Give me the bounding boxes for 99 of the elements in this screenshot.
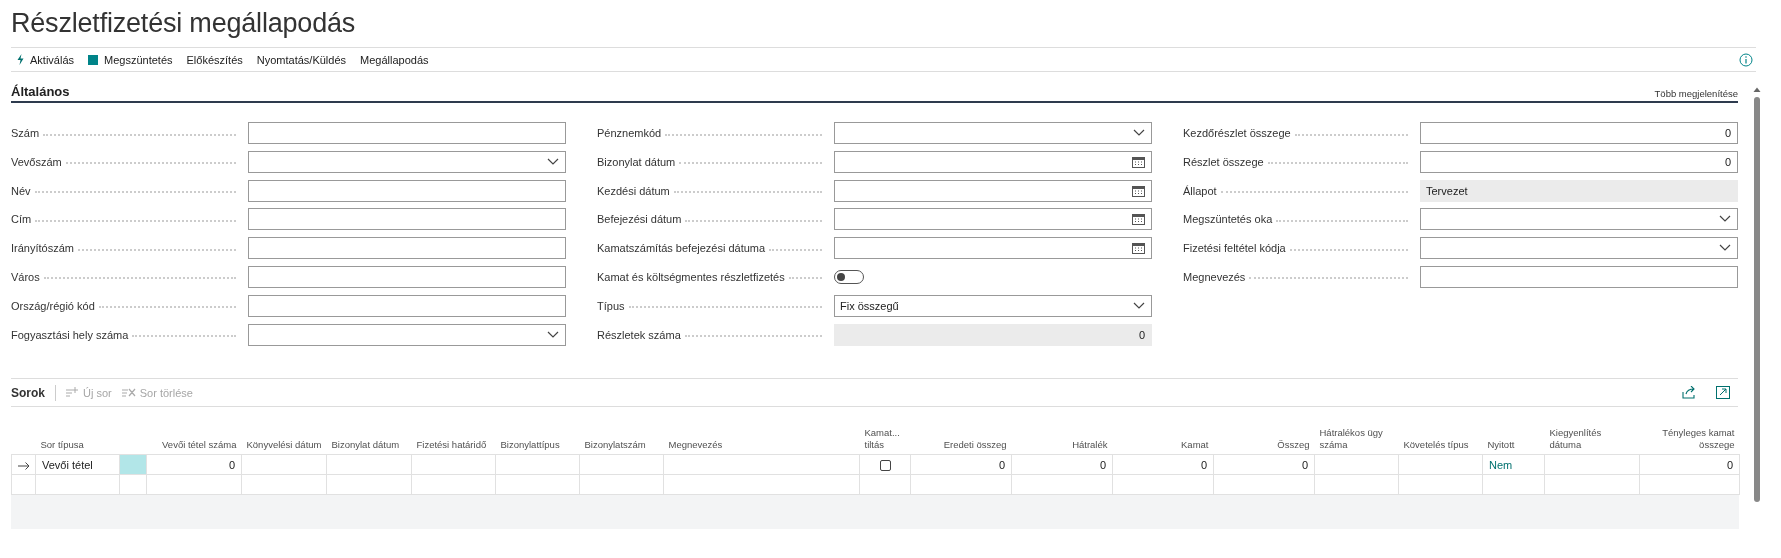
field-label: Kamat és költségmentes részletfizetés: [597, 271, 785, 283]
input-field[interactable]: [248, 208, 566, 231]
readonly-field: Tervezet: [1420, 179, 1738, 202]
table-cell: 0: [1099, 458, 1106, 471]
show-more-link[interactable]: Több megjelenítése: [1654, 88, 1738, 99]
column-header[interactable]: Bizonylattípus: [500, 439, 575, 452]
share-icon[interactable]: [1682, 386, 1696, 400]
column-header[interactable]: Kiegyenlítés dátuma: [1549, 427, 1635, 452]
delete-row-icon: [121, 386, 136, 399]
column-header[interactable]: Követelés típus: [1403, 439, 1478, 452]
chevron-icon: [547, 330, 559, 339]
page-title: Részletfizetési megállapodás: [11, 7, 356, 40]
chevron-icon: [547, 157, 559, 166]
column-header[interactable]: Kamat: [1117, 439, 1209, 452]
field-label: Kezdési dátum: [597, 184, 670, 197]
calendar-icon: [1132, 184, 1145, 197]
field-label: Vevőszám: [11, 155, 62, 168]
square-icon: [88, 54, 99, 65]
column-header[interactable]: Sor típusa: [40, 439, 115, 452]
table-cell: 0: [228, 458, 235, 471]
field-label: Kezdőrészlet összege: [1183, 127, 1291, 139]
input-field[interactable]: 0: [1420, 122, 1738, 144]
field-label: Név: [11, 184, 31, 197]
column-header[interactable]: Nyitott: [1487, 439, 1540, 452]
calendar-icon: [1132, 213, 1145, 226]
table-cell: 0: [1726, 458, 1733, 471]
field-label: Fogyasztási hely száma: [11, 328, 129, 341]
column-header[interactable]: Megnevezés: [668, 439, 855, 452]
readonly-field: 0: [834, 323, 1152, 346]
info-icon[interactable]: [1739, 52, 1753, 67]
dropdown-field[interactable]: [1420, 237, 1738, 260]
field-label: Fizetési feltétel kódja: [1183, 242, 1286, 255]
action-button[interactable]: Nyomtatás/Küldés: [256, 51, 347, 68]
date-field[interactable]: [834, 150, 1152, 173]
column-header[interactable]: Tényleges kamat összege: [1644, 427, 1735, 452]
column-header[interactable]: Hátralék: [1016, 439, 1108, 452]
field-label: Város: [11, 271, 40, 283]
dropdown-field[interactable]: [834, 122, 1152, 144]
field-label: Ország/régió kód: [11, 299, 95, 312]
field-label: Irányítószám: [11, 242, 74, 255]
section-heading: Általános: [11, 84, 70, 99]
column-header[interactable]: Kamat... tiltás: [864, 427, 906, 452]
column-header[interactable]: Vevői tétel száma: [151, 439, 237, 452]
arrow-icon: [17, 461, 30, 470]
input-field[interactable]: [248, 294, 566, 317]
field-label: Állapot: [1183, 184, 1217, 197]
field-label: Befejezési dátum: [597, 213, 682, 226]
field-label: Szám: [11, 127, 40, 139]
column-header[interactable]: Könyvelési dátum: [246, 439, 322, 452]
input-field[interactable]: [248, 179, 566, 202]
date-field[interactable]: [834, 179, 1152, 202]
field-label: Kamatszámítás befejezési dátuma: [597, 242, 766, 255]
field-label: Pénznemkód: [597, 127, 662, 139]
lightning-icon: [17, 54, 24, 65]
field-label: Megnevezés: [1183, 271, 1246, 283]
dropdown-field[interactable]: [1420, 208, 1738, 231]
action-button[interactable]: Megállapodás: [360, 51, 429, 68]
chevron-icon: [1133, 301, 1145, 310]
expand-icon[interactable]: [1716, 386, 1730, 400]
calendar-icon: [1132, 155, 1145, 168]
field-label: Típus: [597, 299, 625, 312]
date-field[interactable]: [834, 208, 1152, 231]
dropdown-field[interactable]: [248, 323, 566, 346]
field-label: Bizonylat dátum: [597, 155, 676, 168]
column-header[interactable]: Bizonylatszám: [584, 439, 659, 452]
calendar-icon: [1132, 242, 1145, 255]
column-header[interactable]: Fizetési határidő: [416, 439, 491, 452]
column-header[interactable]: Eredeti összeg: [915, 439, 1007, 452]
column-header[interactable]: Összeg: [1218, 439, 1310, 452]
input-field[interactable]: [248, 266, 566, 288]
column-header[interactable]: Hátralékos ügy száma: [1319, 427, 1394, 452]
table-cell: 0: [1200, 458, 1207, 471]
table-cell: 0: [1301, 458, 1308, 471]
field-label: Részletek száma: [597, 328, 681, 341]
action-button[interactable]: Megszüntetés: [88, 51, 173, 68]
input-field[interactable]: [248, 122, 566, 144]
input-field[interactable]: [1420, 266, 1738, 288]
leader-line: [769, 248, 822, 251]
action-button[interactable]: Előkészítés: [186, 51, 243, 68]
date-field[interactable]: [834, 237, 1152, 260]
column-header[interactable]: Bizonylat dátum: [331, 439, 407, 452]
focused-cell[interactable]: [119, 454, 147, 475]
table-cell: 0: [998, 458, 1005, 471]
leader-line: [788, 277, 822, 280]
chevron-icon: [1133, 129, 1145, 137]
checkbox[interactable]: [879, 460, 891, 472]
field-label: Cím: [11, 213, 32, 226]
field-label: Részlet összege: [1183, 155, 1264, 168]
field-label: Megszüntetés oka: [1183, 213, 1273, 226]
section-heading: Sorok: [11, 384, 56, 401]
chevron-icon: [1719, 215, 1731, 224]
input-field[interactable]: [248, 237, 566, 260]
new-row-icon: [66, 386, 79, 399]
table-cell: Vevői tétel: [42, 458, 93, 471]
dropdown-field[interactable]: Fix összegű: [834, 294, 1152, 317]
input-field[interactable]: 0: [1420, 150, 1738, 173]
dropdown-field[interactable]: [248, 150, 566, 173]
action-button[interactable]: Aktiválás: [17, 51, 75, 68]
chevron-icon: [1719, 244, 1731, 253]
